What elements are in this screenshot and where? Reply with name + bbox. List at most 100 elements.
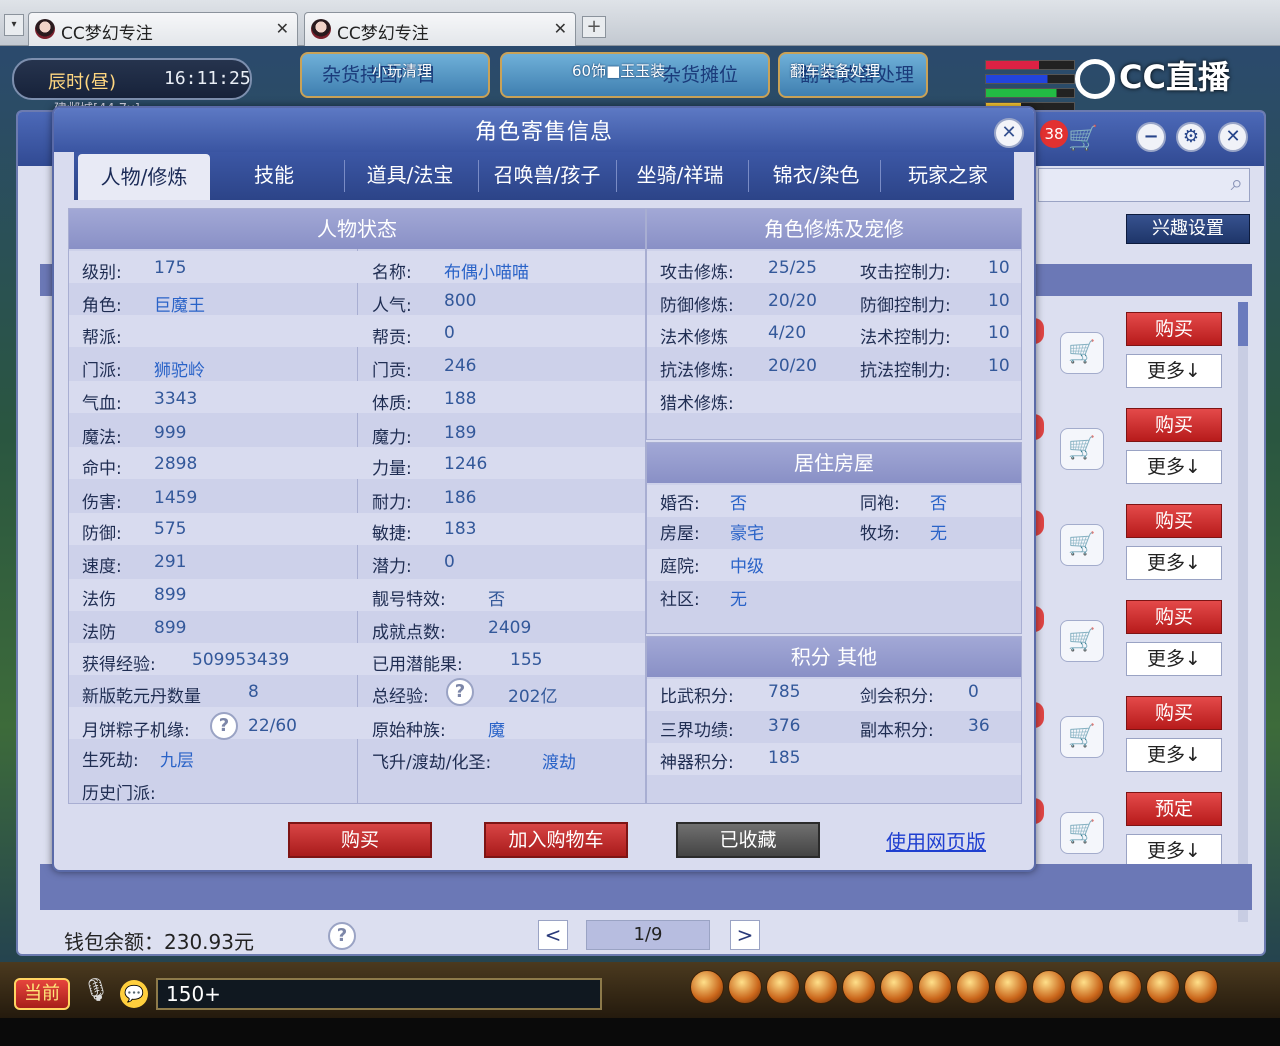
- tab-player-home[interactable]: 玩家之家: [886, 152, 1010, 200]
- add-to-cart-icon[interactable]: 🛒: [1060, 716, 1104, 758]
- stat-label: 帮贡:: [372, 328, 412, 348]
- stat-value: 渡劫: [542, 753, 576, 773]
- close-tab-icon[interactable]: ✕: [276, 19, 289, 38]
- stall-banner-sub: 小玩清理: [372, 62, 433, 80]
- function-icon[interactable]: [766, 970, 800, 1004]
- add-to-cart-icon[interactable]: 🛒: [1060, 332, 1104, 374]
- reserve-button[interactable]: 预定: [1126, 792, 1222, 826]
- buy-button[interactable]: 购买: [1126, 408, 1222, 442]
- function-icon[interactable]: [994, 970, 1028, 1004]
- add-to-cart-icon[interactable]: 🛒: [1060, 428, 1104, 470]
- function-icon[interactable]: [1146, 970, 1180, 1004]
- stat-value: 2409: [488, 618, 532, 638]
- buy-button[interactable]: 购买: [288, 822, 432, 858]
- control-label: 攻击控制力:: [860, 263, 951, 283]
- search-input[interactable]: ⌕: [1038, 168, 1250, 202]
- more-button[interactable]: 更多↓: [1126, 738, 1222, 772]
- function-icon[interactable]: [1184, 970, 1218, 1004]
- stat-label: 角色:: [82, 296, 122, 316]
- stat-label: 气血:: [82, 394, 122, 414]
- more-button[interactable]: 更多↓: [1126, 546, 1222, 580]
- use-web-version-link[interactable]: 使用网页版: [886, 826, 986, 855]
- prev-page-button[interactable]: <: [538, 920, 568, 950]
- function-icon[interactable]: [728, 970, 762, 1004]
- more-button[interactable]: 更多↓: [1126, 642, 1222, 676]
- add-to-cart-icon[interactable]: 🛒: [1060, 620, 1104, 662]
- stat-label: 魔法:: [82, 428, 122, 448]
- tab-summons-children[interactable]: 召唤兽/孩子: [480, 152, 614, 200]
- help-icon[interactable]: ?: [210, 712, 238, 740]
- stall-banner[interactable]: 60饰■玉玉装 杂货摊位: [500, 52, 770, 98]
- microphone-icon[interactable]: 🎙: [82, 978, 110, 1010]
- add-to-cart-icon[interactable]: 🛒: [1060, 524, 1104, 566]
- stat-value: 8: [248, 682, 259, 702]
- cultivation-value: 25/25: [768, 258, 817, 278]
- stream-logo: CC直播: [1075, 52, 1230, 99]
- function-icon[interactable]: [804, 970, 838, 1004]
- interest-settings-button[interactable]: 兴趣设置: [1126, 214, 1250, 244]
- function-icon[interactable]: [956, 970, 990, 1004]
- buy-button[interactable]: 购买: [1126, 696, 1222, 730]
- stat-value: 186: [444, 488, 477, 508]
- tab-divider: [880, 160, 881, 192]
- function-icon[interactable]: [1032, 970, 1066, 1004]
- stat-value: 188: [444, 389, 477, 409]
- minimize-icon[interactable]: −: [1136, 122, 1166, 152]
- tab-mounts[interactable]: 坐骑/祥瑞: [618, 152, 742, 200]
- new-tab-button[interactable]: +: [582, 16, 606, 38]
- stall-banner[interactable]: 小玩清理 杂货持国广目: [300, 52, 490, 98]
- shopping-cart-icon[interactable]: 🛒: [1068, 124, 1098, 152]
- stat-value: 巨魔王: [154, 296, 205, 316]
- close-dialog-button[interactable]: ✕: [994, 118, 1024, 148]
- function-icon[interactable]: [690, 970, 724, 1004]
- chat-bubble-icon[interactable]: 💬: [120, 980, 148, 1008]
- add-to-cart-icon[interactable]: 🛒: [1060, 812, 1104, 854]
- page-indicator: 1/9: [586, 920, 710, 950]
- tab-outfits-dye[interactable]: 锦衣/染色: [754, 152, 878, 200]
- function-icon[interactable]: [842, 970, 876, 1004]
- tab-items-treasures[interactable]: 道具/法宝: [350, 152, 470, 200]
- close-tab-icon[interactable]: ✕: [554, 19, 567, 38]
- more-button[interactable]: 更多↓: [1126, 834, 1222, 868]
- function-icon[interactable]: [918, 970, 952, 1004]
- cultivation-label: 猎术修炼:: [660, 394, 734, 414]
- function-icon[interactable]: [1108, 970, 1142, 1004]
- favicon-icon: [35, 19, 55, 39]
- stat-label: 门派:: [82, 361, 122, 381]
- help-icon[interactable]: ?: [328, 922, 356, 950]
- add-to-cart-button[interactable]: 加入购物车: [484, 822, 628, 858]
- row-stripe: [69, 315, 645, 347]
- buy-button[interactable]: 购买: [1126, 504, 1222, 538]
- search-icon[interactable]: ⌕: [1231, 171, 1243, 196]
- browser-tab-2[interactable]: CC梦幻专注 ✕: [304, 12, 576, 46]
- more-button[interactable]: 更多↓: [1126, 450, 1222, 484]
- more-button[interactable]: 更多↓: [1126, 354, 1222, 388]
- dialog-title: 角色寄售信息: [474, 120, 613, 145]
- tab-skills[interactable]: 技能: [214, 152, 334, 200]
- control-value: 10: [988, 291, 1010, 311]
- stat-label: 法伤: [82, 590, 116, 610]
- buy-button[interactable]: 购买: [1126, 600, 1222, 634]
- chat-channel-button[interactable]: 当前: [14, 978, 70, 1010]
- stat-label: 月饼粽子机缘:: [82, 721, 190, 741]
- chat-input[interactable]: 150+: [156, 978, 602, 1010]
- tab-list-dropdown[interactable]: ▾: [4, 14, 24, 36]
- favorited-button[interactable]: 已收藏: [676, 822, 820, 858]
- control-label: 法术控制力:: [860, 328, 951, 348]
- cc-logo-icon: [1075, 59, 1115, 99]
- next-page-button[interactable]: >: [730, 920, 760, 950]
- house-value: 无: [930, 524, 947, 544]
- stall-banner[interactable]: 翻车装备处理 翻车装备处理: [778, 52, 928, 98]
- browser-tab-1[interactable]: CC梦幻专注 ✕: [28, 12, 298, 46]
- wallet-balance: 钱包余额：230.93元: [64, 930, 254, 954]
- function-icon[interactable]: [880, 970, 914, 1004]
- stat-value: 189: [444, 423, 477, 443]
- cultivation-label: 法术修炼: [660, 328, 728, 348]
- function-icon[interactable]: [1070, 970, 1104, 1004]
- help-icon[interactable]: ?: [446, 678, 474, 706]
- gear-icon[interactable]: ⚙: [1176, 122, 1206, 152]
- buy-button[interactable]: 购买: [1126, 312, 1222, 346]
- game-function-icons: [690, 970, 1250, 1010]
- close-icon[interactable]: ✕: [1218, 122, 1248, 152]
- tab-character-cultivation[interactable]: 人物/修炼: [78, 154, 210, 200]
